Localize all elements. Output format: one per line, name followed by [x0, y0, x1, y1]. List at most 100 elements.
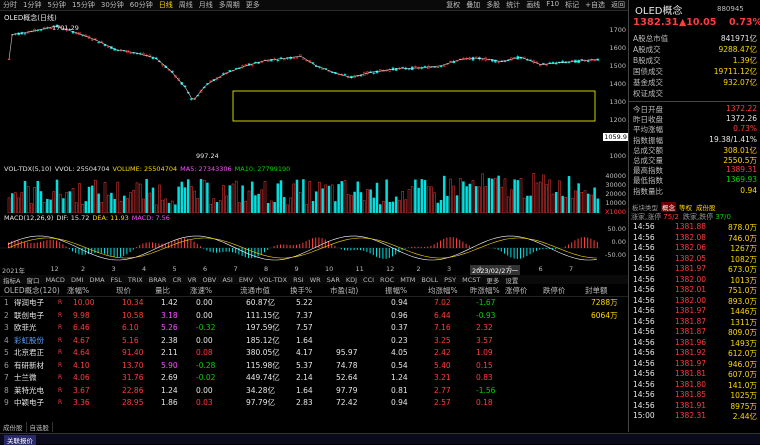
column-header[interactable]: 现价 [116, 285, 131, 296]
stock-name[interactable]: 欧菲光 [14, 322, 37, 333]
table-row[interactable]: 1得润电子R10.0010.341.420.0060.87亿5.220.947.… [0, 297, 628, 309]
indicator-tab[interactable]: TRIX [125, 276, 146, 284]
indicator-tab[interactable]: ASI [219, 276, 236, 284]
indicator-tab[interactable]: 窗口 [23, 275, 42, 285]
toolbar-action[interactable]: 叠加 [463, 0, 483, 10]
toolbar-action[interactable]: 返回 [608, 0, 628, 10]
column-header[interactable]: 均涨幅% [428, 285, 458, 296]
indicator-tab[interactable]: MCST [459, 276, 483, 284]
indicator-tab[interactable]: EMV [236, 276, 256, 284]
stock-name[interactable]: 联创电子 [14, 310, 44, 321]
macd-bar [21, 241, 22, 248]
toolbar-action[interactable]: 复权 [443, 0, 463, 10]
indicator-tab[interactable]: SAR [324, 276, 343, 284]
period-tab[interactable]: 30分钟 [98, 0, 127, 10]
stock-name[interactable]: 得润电子 [14, 297, 44, 308]
period-toolbar: 分时1分钟5分钟15分钟30分钟60分钟日线周线月线多周期更多 复权叠加多股统计… [0, 0, 628, 11]
indicator-tab[interactable]: CCI [360, 276, 377, 284]
indicator-tab[interactable]: KDJ [343, 276, 360, 284]
indicator-tab[interactable]: DMA [86, 276, 107, 284]
column-header[interactable]: 市盈(动) [330, 285, 358, 296]
toolbar-action[interactable]: 多股 [483, 0, 503, 10]
volume-bar [488, 178, 490, 213]
volume-chart[interactable] [0, 173, 600, 213]
tick-price: 1382.06 [675, 243, 706, 252]
period-tab[interactable]: 日线 [156, 0, 176, 10]
panel-tab[interactable]: 成份股 [695, 202, 717, 212]
stock-name[interactable]: 有研新材 [14, 360, 44, 371]
cell-speed: 0.03 [196, 398, 213, 407]
macd-bar [117, 248, 118, 257]
indicator-tab[interactable]: MACD [42, 276, 67, 284]
candlestick-chart[interactable]: 1701.29 997.24 [0, 12, 600, 162]
column-header[interactable]: 振幅% [385, 285, 407, 296]
stock-name[interactable]: 士兰微 [14, 372, 37, 383]
column-header[interactable]: 跌停价 [543, 285, 566, 296]
period-tab[interactable]: 1分钟 [20, 0, 44, 10]
toolbar-action[interactable]: F10 [543, 0, 562, 10]
indicator-tab[interactable]: OBV [199, 276, 219, 284]
column-header[interactable]: 涨速% [190, 285, 212, 296]
macd-bar [379, 248, 380, 258]
indicator-tab[interactable]: ROC [377, 276, 397, 284]
row-number: 2 [4, 311, 9, 320]
indicator-tab[interactable]: WR [307, 276, 324, 284]
indicator-tab[interactable]: CR [169, 276, 184, 284]
table-row[interactable]: 3欧菲光R6.466.105.26-0.32197.59亿7.570.377.1… [0, 322, 628, 334]
bottom-tab[interactable]: 成份股 [0, 422, 27, 432]
column-header[interactable]: 封单额 [585, 285, 608, 296]
table-row[interactable]: 2联创电子R9.9810.583.180.00111.15亿7.370.966.… [0, 310, 628, 322]
volume-bar [427, 187, 429, 213]
indicator-tab[interactable]: BOLL [418, 276, 441, 284]
period-tab[interactable]: 多周期 [216, 0, 243, 10]
macd-chart[interactable] [0, 222, 600, 264]
period-tab[interactable]: 月线 [196, 0, 216, 10]
column-header[interactable]: OLED概念(120) [4, 285, 60, 296]
column-header[interactable]: 涨停价 [505, 285, 528, 296]
indicator-tab[interactable]: VR [185, 276, 200, 284]
stock-name[interactable]: 北京君正 [14, 347, 44, 358]
volume-tick: 20000 [605, 190, 626, 198]
volume-bar [590, 195, 592, 213]
bottom-tab[interactable]: 自选股 [27, 422, 54, 432]
period-tab[interactable]: 分时 [0, 0, 20, 10]
indicator-tab[interactable]: MTM [397, 276, 418, 284]
table-row[interactable]: 6有研新材R4.1013.705.90-0.28115.98亿5.3774.78… [0, 360, 628, 372]
toolbar-action[interactable]: +自选 [582, 0, 608, 10]
stock-name[interactable]: 莱特光电 [14, 385, 44, 396]
toolbar-action[interactable]: 统计 [503, 0, 523, 10]
period-tab[interactable]: 15分钟 [69, 0, 98, 10]
table-row[interactable]: 4彩虹股份R4.675.162.380.00185.12亿1.640.233.2… [0, 335, 628, 347]
stock-name[interactable]: 中颖电子 [14, 397, 44, 408]
column-header[interactable]: 量比 [155, 285, 170, 296]
cell-pct: 4.67 [73, 336, 90, 345]
column-header[interactable]: 换手% [290, 285, 312, 296]
column-header[interactable]: 流通市值 [240, 285, 270, 296]
indicator-tab[interactable]: 更多 [483, 275, 502, 285]
indicator-tab[interactable]: DMI [68, 276, 87, 284]
column-header[interactable]: 昨涨幅% [470, 285, 500, 296]
macd-bar [344, 248, 345, 250]
indicator-tab[interactable]: VOL-TDX [256, 276, 290, 284]
indicator-tab[interactable]: PSY [441, 276, 459, 284]
toolbar-action[interactable]: 标记 [562, 0, 582, 10]
period-tab[interactable]: 更多 [243, 0, 263, 10]
indicator-tab[interactable]: RSI [290, 276, 307, 284]
toolbar-action[interactable]: 画线 [523, 0, 543, 10]
panel-tab[interactable]: 等权 [678, 202, 693, 212]
period-tab[interactable]: 60分钟 [127, 0, 156, 10]
column-header[interactable]: 涨幅% [67, 285, 89, 296]
table-row[interactable]: 8莱特光电R3.6722.861.240.0034.28亿1.6497.790.… [0, 385, 628, 397]
indicator-tab[interactable]: FSL [108, 276, 125, 284]
stock-name[interactable]: 彩虹股份 [14, 335, 44, 346]
period-tab[interactable]: 5分钟 [44, 0, 68, 10]
volume-bar [261, 190, 263, 213]
indicator-tab[interactable]: 设置 [502, 275, 521, 285]
indicator-tab[interactable]: 指标A [0, 275, 23, 285]
table-row[interactable]: 7士兰微R4.0631.762.69-0.02449.74亿2.1452.641… [0, 372, 628, 384]
table-row[interactable]: 9中颖电子R3.3628.951.860.0397.79亿2.8372.420.… [0, 397, 628, 409]
indicator-tab[interactable]: BRAR [146, 276, 170, 284]
period-tab[interactable]: 周线 [176, 0, 196, 10]
panel-tab[interactable]: 概念 [661, 202, 676, 212]
table-row[interactable]: 5北京君正R4.6491.402.110.08380.05亿4.1795.974… [0, 347, 628, 359]
